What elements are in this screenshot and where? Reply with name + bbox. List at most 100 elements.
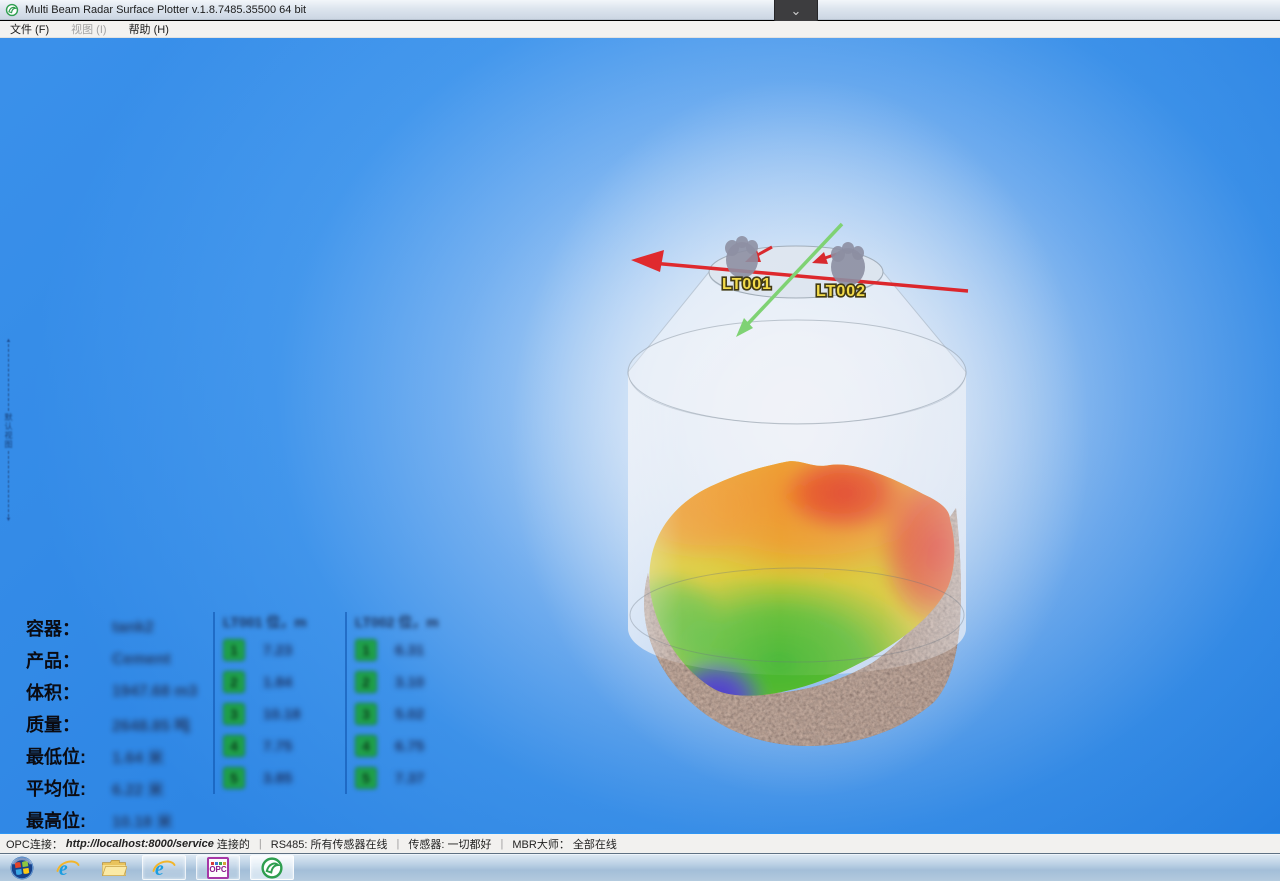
info-label: 产品：	[26, 647, 112, 673]
table-row: 46.75	[355, 730, 471, 762]
info-row-volume: 体积：1947.68 m3	[26, 676, 226, 708]
sensor-label-lt002: LT002	[816, 283, 866, 300]
menu-help[interactable]: 帮助 (H)	[125, 20, 173, 38]
status-bar: OPC连接： http://localhost:8000/service 连接的…	[0, 833, 1280, 853]
beam-index-badge: 1	[223, 639, 245, 661]
3d-viewport[interactable]: ▲ 默认视图 ▼	[0, 38, 1280, 833]
info-label: 最高位:	[26, 807, 112, 833]
handle-label: 默认视图	[3, 413, 14, 449]
taskbar: OPC	[0, 853, 1280, 881]
table-row: 310.18	[223, 698, 339, 730]
table-row: 53.85	[223, 762, 339, 794]
info-label: 平均位:	[26, 775, 112, 801]
beam-level-value: 10.18	[263, 706, 301, 723]
opc-service-url: http://localhost:8000/service	[66, 838, 214, 850]
info-row-min-level: 最低位:1.64 米	[26, 740, 226, 772]
beam-index-badge: 4	[355, 735, 377, 757]
sensors-status: 传感器: 一切都好	[408, 836, 491, 852]
chevron-down-icon: ⌄	[791, 6, 802, 16]
beam-level-value: 6.31	[395, 642, 424, 659]
table-row: 16.31	[355, 634, 471, 666]
beam-level-value: 6.75	[395, 738, 424, 755]
beam-index-badge: 3	[223, 703, 245, 725]
info-row-product: 产品：Cement	[26, 644, 226, 676]
title-bar[interactable]: Multi Beam Radar Surface Plotter v.1.8.7…	[0, 0, 1280, 20]
recorder-dropdown-button[interactable]: ⌄	[774, 0, 818, 22]
beam-level-value: 7.23	[263, 642, 292, 659]
table-row: 21.84	[223, 666, 339, 698]
internet-explorer-icon	[56, 856, 80, 880]
windows-start-icon	[9, 855, 35, 881]
beam-index-badge: 5	[355, 767, 377, 789]
sensor-table-lt002: LT002 位，m 16.31 23.10 35.02 46.75 57.37	[345, 612, 471, 794]
sensor-table-header: LT002 位，m	[355, 612, 471, 634]
app-logo-icon	[5, 3, 19, 17]
mbr-master-status: MBR大师： 全部在线	[512, 836, 617, 852]
handle-dashes	[8, 344, 9, 411]
status-divider: |	[397, 838, 400, 850]
info-label: 最低位:	[26, 743, 112, 769]
info-label: 质量：	[26, 711, 112, 737]
opc-icon: OPC	[207, 857, 229, 879]
beam-level-value: 3.85	[263, 770, 292, 787]
info-label: 容器：	[26, 615, 112, 641]
beam-level-value: 3.10	[395, 674, 424, 691]
info-row-container: 容器：tank2	[26, 612, 226, 644]
table-row: 47.75	[223, 730, 339, 762]
mbr-plotter-taskbar-button[interactable]	[250, 855, 294, 880]
info-value: Cement	[112, 651, 171, 669]
beam-index-badge: 5	[223, 767, 245, 789]
ie-quicklaunch-button[interactable]	[50, 855, 86, 881]
beam-level-value: 7.37	[395, 770, 424, 787]
beam-index-badge: 4	[223, 735, 245, 757]
beam-index-badge: 1	[355, 639, 377, 661]
desktop: e Multi Beam Radar Surface Plotter v.1.8…	[0, 0, 1280, 881]
tank-info-panel: 容器：tank2 产品：Cement 体积：1947.68 m3 质量：2648…	[26, 612, 226, 833]
menu-file[interactable]: 文件 (F)	[6, 20, 53, 38]
window-title: Multi Beam Radar Surface Plotter v.1.8.7…	[25, 4, 306, 16]
table-row: 23.10	[355, 666, 471, 698]
explorer-button[interactable]	[96, 855, 132, 881]
info-value: 2648.85 吨	[112, 712, 190, 736]
sensor-label-lt001: LT001	[722, 276, 772, 293]
beam-level-value: 5.02	[395, 706, 424, 723]
beam-index-badge: 3	[355, 703, 377, 725]
rs485-status: RS485: 所有传感器在线	[271, 836, 388, 852]
info-row-mass: 质量：2648.85 吨	[26, 708, 226, 740]
status-divider: |	[259, 838, 262, 850]
sensor-table-lt001: LT001 位，m 17.23 21.84 310.18 47.75 53.85	[213, 612, 339, 794]
info-value: 6.22 米	[112, 776, 164, 800]
handle-dashes	[8, 451, 9, 518]
info-value: 1947.68 m3	[112, 683, 197, 701]
radar-sensor-lt001[interactable]	[725, 236, 758, 278]
info-value: tank2	[112, 619, 154, 637]
beam-level-value: 7.75	[263, 738, 292, 755]
menu-view: 视图 (I)	[67, 20, 110, 38]
viewport-side-panel-handle[interactable]: ▲ 默认视图 ▼	[2, 338, 15, 523]
status-divider: |	[501, 838, 504, 850]
menu-bar: 文件 (F) 视图 (I) 帮助 (H)	[0, 21, 1280, 38]
opc-icon-text: OPC	[209, 866, 226, 874]
mbr-app-logo-icon	[260, 856, 284, 880]
handle-down-arrow-icon: ▼	[6, 517, 12, 523]
info-row-avg-level: 平均位:6.22 米	[26, 772, 226, 804]
info-row-max-level: 最高位:10.18 米	[26, 804, 226, 833]
info-value: 1.64 米	[112, 744, 164, 768]
start-button[interactable]	[4, 855, 40, 881]
sensor-table-header: LT001 位，m	[223, 612, 339, 634]
info-value: 10.18 米	[112, 808, 173, 832]
opc-app-taskbar-button[interactable]: OPC	[196, 855, 240, 880]
ie-taskbar-button[interactable]	[142, 855, 186, 880]
beam-level-value: 1.84	[263, 674, 292, 691]
table-row: 17.23	[223, 634, 339, 666]
opc-connection-state: 连接的	[217, 836, 250, 852]
internet-explorer-icon	[152, 856, 176, 880]
beam-index-badge: 2	[355, 671, 377, 693]
info-label: 体积：	[26, 679, 112, 705]
table-row: 35.02	[355, 698, 471, 730]
folder-icon	[101, 857, 127, 879]
beam-index-badge: 2	[223, 671, 245, 693]
opc-connection-label: OPC连接：	[6, 836, 63, 852]
radar-sensor-lt002[interactable]	[831, 242, 865, 286]
table-row: 57.37	[355, 762, 471, 794]
